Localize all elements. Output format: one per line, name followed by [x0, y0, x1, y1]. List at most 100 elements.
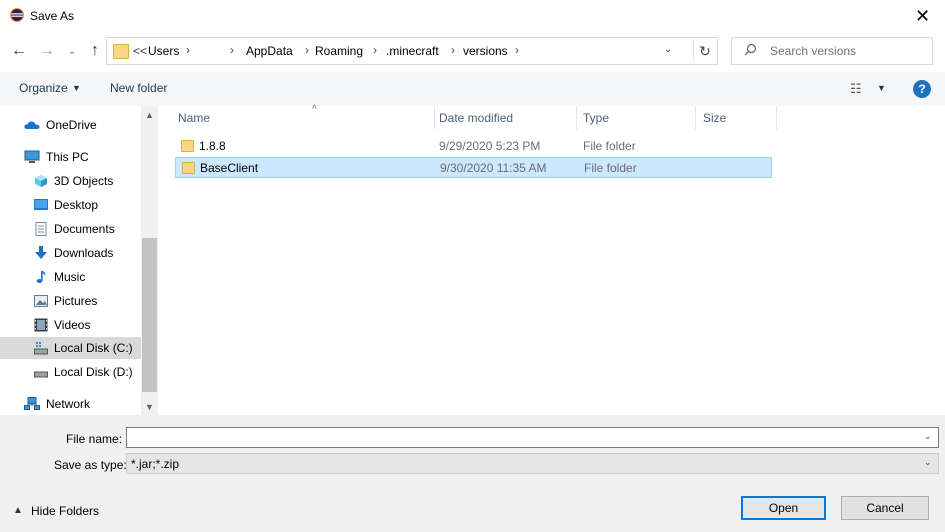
- chevron-down-icon: ⌄: [67, 45, 77, 57]
- column-label: Type: [583, 111, 610, 125]
- open-button[interactable]: Open: [741, 496, 826, 520]
- chevron-right-icon[interactable]: ›: [515, 43, 519, 57]
- caret-down-icon[interactable]: ▼: [877, 83, 886, 93]
- scroll-up-icon[interactable]: ▲: [141, 106, 158, 123]
- file-type: File folder: [583, 139, 636, 153]
- chevron-right-icon[interactable]: ›: [305, 43, 309, 57]
- chevron-right-icon[interactable]: ›: [186, 43, 190, 57]
- column-divider[interactable]: [695, 106, 696, 130]
- folder-icon: [113, 44, 129, 59]
- column-header-name[interactable]: Name ^: [172, 104, 434, 130]
- refresh-icon: ↻: [699, 42, 711, 59]
- nav-item-local-disk-c[interactable]: Local Disk (C:): [0, 337, 141, 359]
- caret-up-icon[interactable]: ▲: [13, 505, 23, 516]
- breadcrumb-minecraft[interactable]: .minecraft: [386, 44, 439, 58]
- nav-label: Network: [46, 397, 91, 411]
- nav-item-videos[interactable]: Videos: [0, 314, 141, 336]
- cube-icon: [34, 174, 48, 188]
- search-box[interactable]: [731, 37, 933, 65]
- back-button[interactable]: ←: [8, 40, 30, 62]
- scroll-down-icon[interactable]: ▼: [141, 398, 158, 415]
- table-row[interactable]: 1.8.8 9/29/2020 5:23 PM File folder: [175, 136, 772, 157]
- savetype-select[interactable]: *.jar;*.zip ⌄: [126, 453, 939, 474]
- refresh-button[interactable]: ↻: [693, 40, 716, 62]
- view-options-icon[interactable]: ☷: [850, 81, 862, 97]
- nav-item-documents[interactable]: Documents: [0, 218, 141, 240]
- column-divider[interactable]: [776, 106, 777, 130]
- address-bar[interactable]: << Users › › AppData › Roaming › .minecr…: [106, 37, 718, 65]
- column-header-size[interactable]: Size: [697, 106, 775, 130]
- caret-down-icon[interactable]: ▼: [72, 83, 81, 93]
- chevron-down-icon[interactable]: ⌄: [924, 457, 932, 468]
- nav-item-downloads[interactable]: Downloads: [0, 242, 141, 264]
- document-icon: [34, 222, 48, 236]
- arrow-left-icon: ←: [11, 42, 27, 59]
- breadcrumb-versions[interactable]: versions: [463, 44, 508, 58]
- nav-label: Local Disk (D:): [54, 365, 133, 379]
- navigation-pane: OneDrive This PC 3D Objects Desktop Docu…: [0, 106, 158, 415]
- close-icon: ✕: [914, 5, 931, 26]
- breadcrumb-overflow[interactable]: <<: [133, 44, 147, 58]
- filename-input[interactable]: [129, 429, 919, 446]
- hide-folders-button[interactable]: Hide Folders: [31, 504, 99, 518]
- chevron-right-icon[interactable]: ›: [373, 43, 377, 57]
- search-input[interactable]: [770, 38, 928, 64]
- breadcrumb-appdata[interactable]: AppData: [246, 44, 293, 58]
- chevron-right-icon[interactable]: ›: [230, 43, 234, 57]
- file-date: 9/30/2020 11:35 AM: [440, 161, 547, 175]
- filename-label: File name:: [66, 432, 123, 446]
- computer-icon: [24, 150, 40, 164]
- nav-label: 3D Objects: [54, 174, 114, 188]
- nav-item-onedrive[interactable]: OneDrive: [0, 114, 141, 136]
- file-list: Name ^ Date modified Type Size 1.8.8 9/2…: [158, 104, 945, 415]
- nav-item-music[interactable]: Music: [0, 266, 141, 288]
- dialog-footer: File name: ⌄ Save as type: *.jar;*.zip ⌄…: [0, 415, 945, 532]
- recent-locations-button[interactable]: ⌄: [66, 42, 78, 60]
- column-header-type[interactable]: Type: [577, 106, 695, 130]
- savetype-value: *.jar;*.zip: [131, 457, 180, 471]
- file-name: BaseClient: [200, 161, 259, 175]
- breadcrumb-roaming[interactable]: Roaming: [315, 44, 363, 58]
- nav-label: Local Disk (C:): [54, 341, 133, 355]
- drive-icon: [34, 341, 48, 355]
- chevron-down-icon[interactable]: ⌄: [924, 431, 932, 442]
- table-row[interactable]: BaseClient 9/30/2020 11:35 AM File folde…: [175, 157, 772, 178]
- nav-item-pictures[interactable]: Pictures: [0, 290, 141, 312]
- window-title: Save As: [30, 9, 75, 23]
- new-folder-button[interactable]: New folder: [110, 81, 167, 95]
- column-label: Name: [178, 111, 211, 125]
- toolbar: Organize ▼ New folder ☷ ▼ ?: [0, 72, 945, 107]
- arrow-up-icon: ↑: [91, 42, 99, 59]
- forward-button[interactable]: →: [36, 40, 58, 62]
- nav-scrollbar[interactable]: ▲ ▼: [141, 106, 158, 415]
- column-label: Date modified: [439, 111, 514, 125]
- music-note-icon: [34, 270, 48, 284]
- up-button[interactable]: ↑: [84, 40, 106, 62]
- filename-combobox[interactable]: ⌄: [126, 427, 939, 448]
- chevron-right-icon[interactable]: ›: [451, 43, 455, 57]
- column-label: Size: [703, 111, 727, 125]
- file-name: 1.8.8: [199, 139, 226, 153]
- nav-item-local-disk-d[interactable]: Local Disk (D:): [0, 361, 141, 383]
- film-icon: [34, 318, 48, 332]
- close-button[interactable]: ✕: [900, 0, 945, 32]
- sort-ascending-icon: ^: [312, 104, 317, 115]
- breadcrumb-users[interactable]: Users: [148, 44, 179, 58]
- scroll-thumb[interactable]: [142, 238, 157, 392]
- nav-item-this-pc[interactable]: This PC: [0, 146, 141, 168]
- address-dropdown-icon[interactable]: ⌄: [664, 44, 672, 55]
- network-icon: [24, 397, 40, 411]
- nav-label: OneDrive: [46, 118, 97, 132]
- nav-item-3d-objects[interactable]: 3D Objects: [0, 170, 141, 192]
- nav-label: This PC: [46, 150, 89, 164]
- help-icon[interactable]: ?: [913, 80, 931, 98]
- column-header-date[interactable]: Date modified: [433, 106, 576, 130]
- nav-item-network[interactable]: Network: [0, 393, 141, 415]
- folder-icon: [182, 162, 195, 174]
- nav-item-desktop[interactable]: Desktop: [0, 194, 141, 216]
- drive-icon: [34, 365, 48, 379]
- nav-label: Music: [54, 270, 86, 284]
- organize-button[interactable]: Organize: [19, 81, 68, 95]
- picture-icon: [34, 294, 48, 308]
- cancel-button[interactable]: Cancel: [841, 496, 929, 520]
